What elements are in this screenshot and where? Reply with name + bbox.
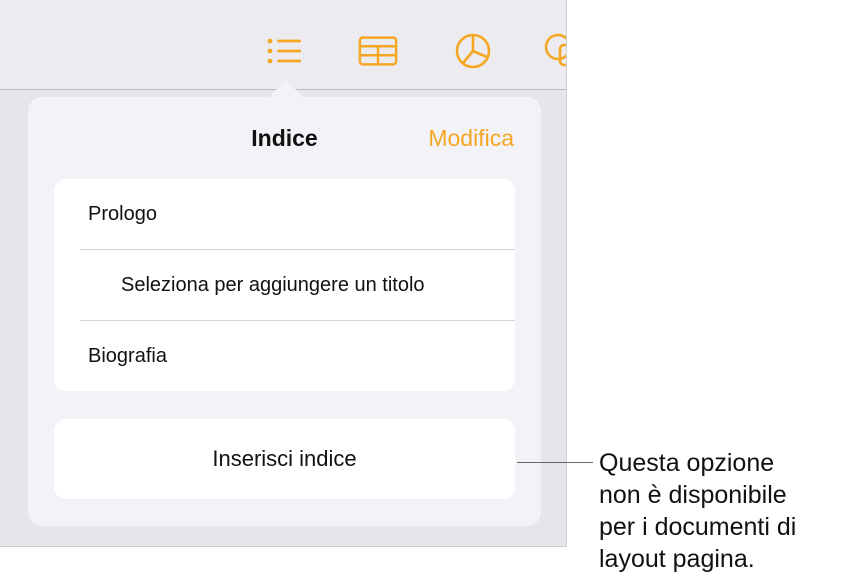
shape-icon (544, 33, 566, 67)
shape-button[interactable] (542, 31, 566, 71)
toc-item-label: Biografia (88, 344, 167, 367)
callout-annotation: Questa opzione non è disponibile per i d… (599, 447, 839, 575)
toc-list: Prologo Seleziona per aggiungere un tito… (54, 179, 515, 391)
app-screen: Indice Modifica Prologo Seleziona per ag… (0, 0, 567, 547)
toc-item-label: Prologo (88, 202, 157, 225)
table-icon (358, 36, 398, 66)
callout-line: non è disponibile (599, 481, 787, 509)
chart-button[interactable] (453, 31, 493, 71)
toc-button[interactable] (264, 31, 304, 71)
toc-item-label: Seleziona per aggiungere un titolo (121, 273, 425, 296)
table-button[interactable] (358, 31, 398, 71)
callout-line: Questa opzione (599, 449, 775, 477)
toolbar (0, 0, 566, 90)
toc-item-biografia[interactable]: Biografia (54, 321, 515, 391)
chart-icon (455, 33, 491, 69)
callout-line: layout pagina. (599, 545, 755, 573)
callout-leader-line (517, 462, 593, 463)
toc-popover: Indice Modifica Prologo Seleziona per ag… (28, 97, 541, 526)
edit-button[interactable]: Modifica (428, 125, 514, 152)
insert-toc-label: Inserisci indice (212, 446, 357, 471)
toc-item-prologo[interactable]: Prologo (54, 179, 515, 249)
list-icon (267, 38, 301, 64)
popover-arrow (268, 80, 304, 98)
callout-line: per i documenti di (599, 513, 797, 541)
toc-item-placeholder[interactable]: Seleziona per aggiungere un titolo (54, 250, 515, 320)
insert-toc-button[interactable]: Inserisci indice (54, 419, 515, 499)
